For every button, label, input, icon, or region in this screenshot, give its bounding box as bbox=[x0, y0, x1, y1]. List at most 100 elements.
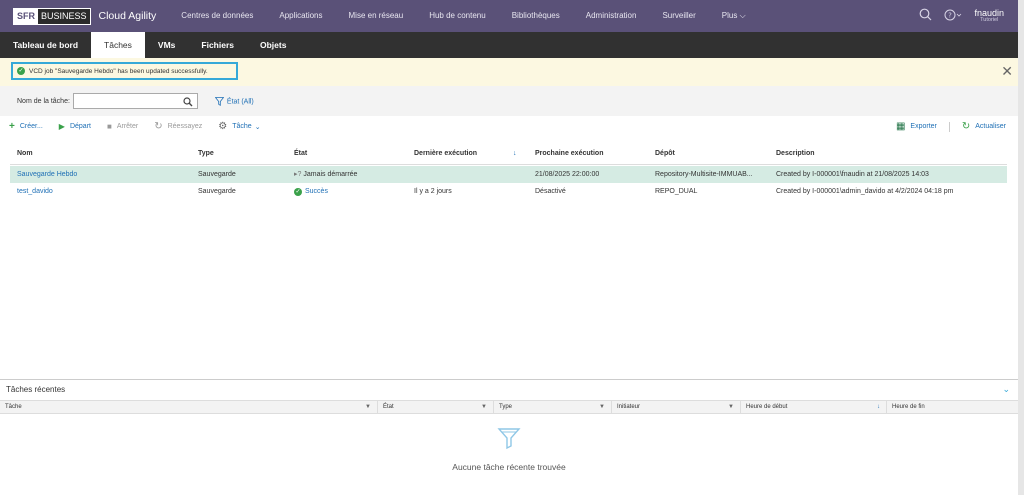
nav-item-monitor[interactable]: Surveiller bbox=[649, 11, 708, 21]
main-nav: Centres de données Applications Mise en … bbox=[168, 11, 758, 21]
column-repository[interactable]: Dépôt bbox=[655, 145, 675, 163]
job-repository: REPO_DUAL bbox=[655, 188, 698, 195]
recent-tasks-title: Tâches récentes bbox=[6, 385, 66, 394]
stop-label: Arrêter bbox=[116, 123, 139, 130]
page-scrollbar[interactable] bbox=[1018, 0, 1024, 495]
tab-bar: Tableau de bord Tâches VMs Fichiers Obje… bbox=[0, 32, 1024, 58]
app-name: Cloud Agility bbox=[98, 10, 157, 22]
column-type[interactable]: Type bbox=[198, 145, 214, 163]
check-circle-icon: ✓ bbox=[17, 67, 25, 75]
job-repository: Repository-Multisite-IMMUAB... bbox=[655, 171, 753, 178]
task-menu-label: Tâche bbox=[232, 123, 252, 130]
tab-files[interactable]: Fichiers bbox=[188, 32, 247, 58]
recent-column-start-time[interactable]: Heure de début ↓ bbox=[741, 401, 887, 413]
recent-column-end-time[interactable]: Heure de fin bbox=[887, 401, 1018, 413]
task-name-label: Nom de la tâche: bbox=[17, 97, 70, 105]
column-state[interactable]: État bbox=[294, 145, 307, 163]
sort-desc-icon[interactable]: ↓ bbox=[877, 401, 880, 413]
status-filter[interactable]: État (All) bbox=[214, 96, 254, 106]
filter-icon[interactable]: ▼ bbox=[728, 401, 734, 413]
excel-icon: ▦ bbox=[895, 121, 906, 132]
table-row[interactable]: Sauvegarde Hebdo Sauvegarde ▸? Jamais dé… bbox=[10, 166, 1007, 183]
recent-column-type-label: Type bbox=[499, 404, 513, 410]
close-icon[interactable]: ✕ bbox=[1001, 63, 1013, 80]
task-name-search-input[interactable] bbox=[72, 93, 198, 110]
column-next-run[interactable]: Prochaine exécution bbox=[535, 145, 603, 163]
retry-label: Réessayez bbox=[167, 123, 203, 130]
recent-column-task[interactable]: Tâche ▼ bbox=[0, 401, 378, 413]
recent-column-start-label: Heure de début bbox=[746, 404, 788, 410]
search-icon[interactable] bbox=[919, 8, 932, 24]
tab-dashboard[interactable]: Tableau de bord bbox=[0, 32, 91, 58]
user-menu[interactable]: fnaudin Tutoriel bbox=[974, 8, 1004, 24]
nav-item-applications[interactable]: Applications bbox=[266, 11, 335, 21]
start-button[interactable]: ▶ Départ bbox=[59, 122, 91, 131]
stop-button[interactable]: ■ Arrêter bbox=[107, 122, 138, 131]
nav-item-libraries[interactable]: Bibliothèques bbox=[499, 11, 573, 21]
job-description: Created by I-000001\admin_davido at 4/2/… bbox=[776, 188, 954, 195]
sort-desc-icon[interactable]: ↓ bbox=[513, 145, 517, 163]
job-name-link[interactable]: test_davido bbox=[17, 183, 53, 200]
retry-icon: ↻ bbox=[154, 121, 163, 132]
table-row[interactable]: test_davido Sauvegarde ✓ Succès Il y a 2 … bbox=[10, 183, 1007, 200]
nav-item-content-hub[interactable]: Hub de contenu bbox=[416, 11, 499, 21]
filter-icon[interactable]: ▼ bbox=[599, 401, 605, 413]
job-state-label: Jamais démarrée bbox=[303, 171, 358, 178]
recent-column-state[interactable]: État ▼ bbox=[378, 401, 494, 413]
never-started-icon: ▸? bbox=[294, 171, 302, 178]
status-filter-label: État (All) bbox=[226, 97, 254, 105]
create-button[interactable]: + Créer... bbox=[9, 121, 43, 132]
create-label: Créer... bbox=[19, 123, 43, 130]
refresh-button[interactable]: ↻ Actualiser bbox=[962, 121, 1006, 132]
tab-vms[interactable]: VMs bbox=[145, 32, 188, 58]
filter-icon[interactable]: ▼ bbox=[365, 401, 371, 413]
recent-column-end-label: Heure de fin bbox=[892, 404, 925, 410]
top-bar: SFR BUSINESS Cloud Agility Centres de do… bbox=[0, 0, 1024, 32]
tab-objects[interactable]: Objets bbox=[247, 32, 299, 58]
filter-icon[interactable]: ▼ bbox=[481, 401, 487, 413]
recent-column-state-label: État bbox=[383, 404, 394, 410]
play-icon: ▶ bbox=[58, 122, 65, 131]
column-last-run[interactable]: Dernière exécution bbox=[414, 145, 477, 163]
stop-icon: ■ bbox=[106, 122, 112, 131]
notification-message-box: ✓ VCD job "Sauvegarde Hebdo" has been up… bbox=[11, 62, 238, 80]
logo-business: BUSINESS bbox=[38, 8, 90, 24]
task-menu-button[interactable]: ⚙ Tâche ⌄ bbox=[218, 121, 260, 132]
nav-item-datacenters[interactable]: Centres de données bbox=[168, 11, 266, 21]
job-name-link[interactable]: Sauvegarde Hebdo bbox=[17, 166, 77, 183]
retry-button[interactable]: ↻ Réessayez bbox=[154, 121, 202, 132]
empty-message: Aucune tâche récente trouvée bbox=[452, 462, 566, 472]
job-state: ▸? Jamais démarrée bbox=[294, 166, 357, 183]
job-last-run: Il y a 2 jours bbox=[414, 188, 452, 195]
sfr-business-logo[interactable]: SFR BUSINESS bbox=[13, 7, 91, 25]
start-label: Départ bbox=[69, 123, 91, 130]
column-description[interactable]: Description bbox=[776, 145, 815, 163]
collapse-icon[interactable]: ⌄ bbox=[1002, 384, 1010, 395]
svg-text:?: ? bbox=[949, 11, 953, 19]
nav-item-more[interactable]: Plus ⌵ bbox=[709, 11, 759, 21]
nav-item-administration[interactable]: Administration bbox=[573, 11, 650, 21]
recent-tasks-panel: Tâches récentes ⌄ Tâche ▼ État ▼ Type ▼ Ini… bbox=[0, 379, 1024, 495]
recent-column-task-label: Tâche bbox=[5, 404, 22, 410]
check-circle-icon: ✓ bbox=[294, 188, 302, 196]
export-button[interactable]: ▦ Exporter bbox=[896, 121, 937, 132]
search-icon[interactable] bbox=[183, 95, 193, 110]
recent-column-type[interactable]: Type ▼ bbox=[494, 401, 612, 413]
help-icon[interactable]: ? bbox=[944, 9, 962, 24]
toolbar-divider bbox=[948, 121, 950, 132]
user-org: Tutoriel bbox=[980, 16, 999, 23]
notification-text: VCD job "Sauvegarde Hebdo" has been upda… bbox=[29, 67, 208, 75]
job-state-label[interactable]: Succès bbox=[305, 188, 328, 195]
recent-tasks-header: Tâche ▼ État ▼ Type ▼ Initiateur ▼ Heure de … bbox=[0, 400, 1018, 414]
job-next-run: Désactivé bbox=[535, 188, 566, 195]
job-state: ✓ Succès bbox=[294, 183, 328, 200]
recent-column-initiator[interactable]: Initiateur ▼ bbox=[612, 401, 741, 413]
tab-tasks[interactable]: Tâches bbox=[91, 32, 145, 58]
filter-bar: Nom de la tâche: État (All) bbox=[0, 86, 1024, 116]
filter-icon bbox=[214, 96, 225, 106]
column-name[interactable]: Nom bbox=[17, 145, 33, 163]
empty-funnel-icon bbox=[0, 426, 1018, 456]
chevron-down-icon: ⌄ bbox=[254, 123, 261, 131]
nav-item-networking[interactable]: Mise en réseau bbox=[336, 11, 417, 21]
job-type: Sauvegarde bbox=[198, 188, 236, 195]
